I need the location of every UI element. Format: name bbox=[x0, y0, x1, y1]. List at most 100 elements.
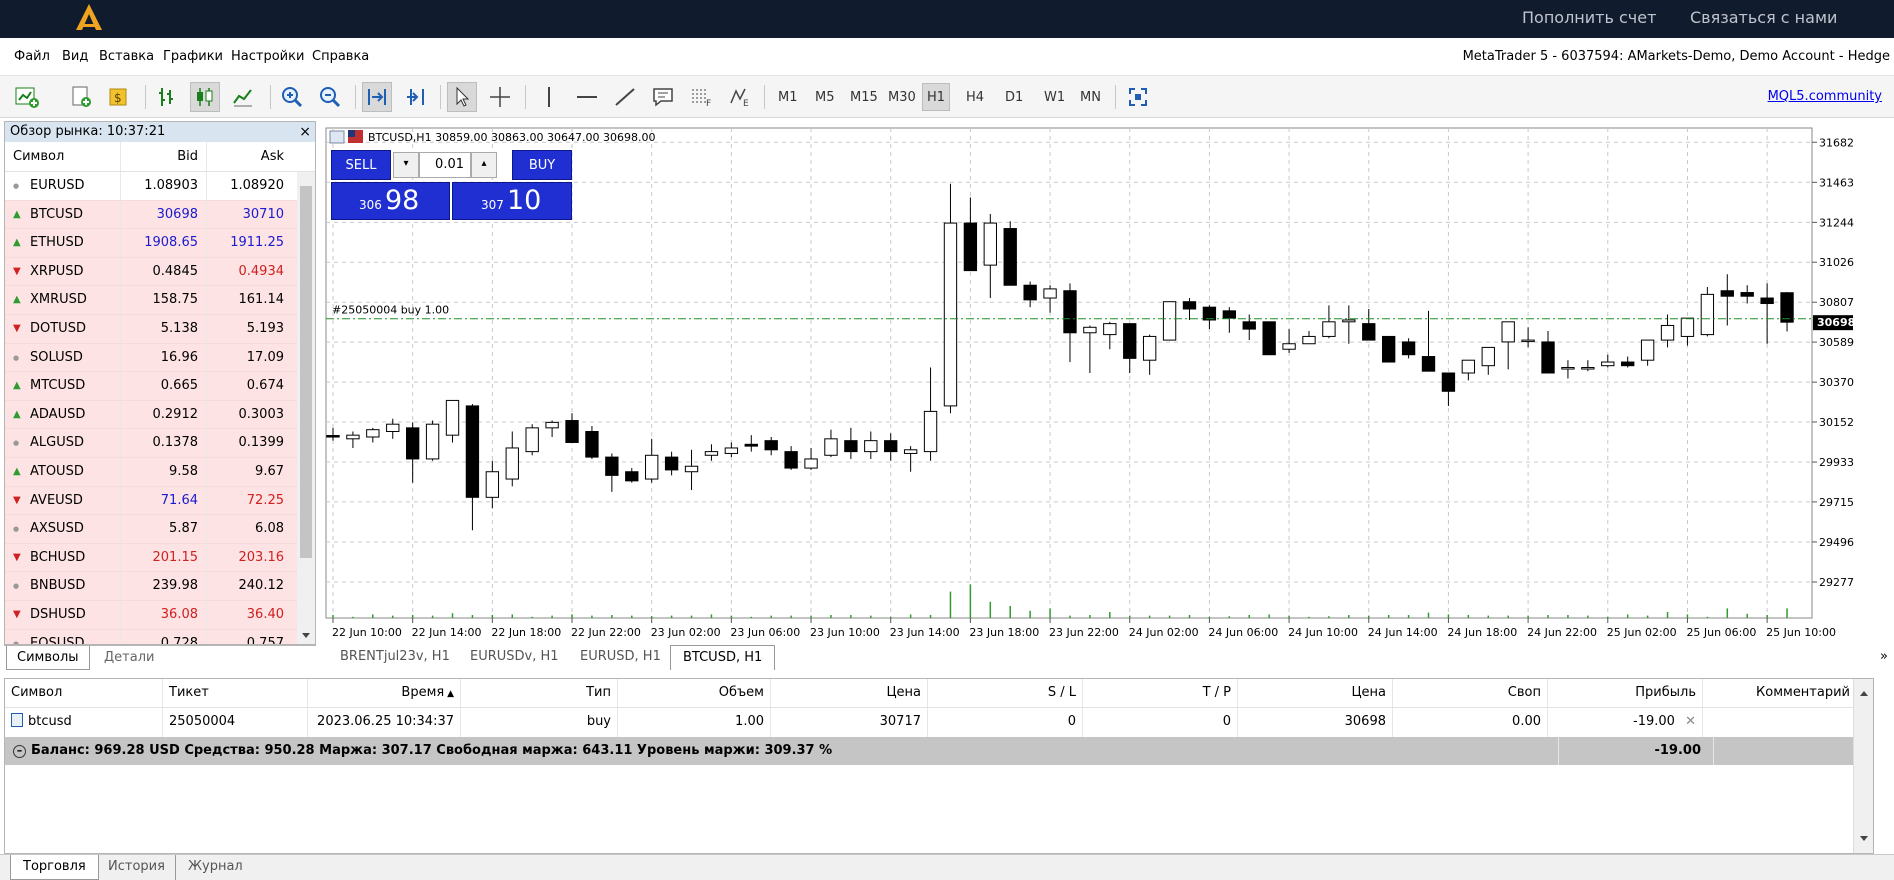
elliott-icon[interactable]: E bbox=[724, 82, 754, 112]
market-watch-row-eosusd[interactable]: ● EOSUSD 0.728 0.757 bbox=[5, 629, 315, 644]
timeframe-m1[interactable]: M1 bbox=[774, 83, 802, 111]
scroll-down-icon[interactable] bbox=[301, 632, 311, 640]
close-icon[interactable]: × bbox=[299, 122, 311, 142]
timeframe-d1[interactable]: D1 bbox=[1001, 83, 1027, 111]
sell-price-button[interactable]: 306 98 bbox=[331, 182, 450, 220]
candlestick-chart-icon[interactable] bbox=[190, 82, 220, 112]
market-watch-row-dshusd[interactable]: ▼ DSHUSD 36.08 36.40 bbox=[5, 600, 315, 630]
market-watch-row-ethusd[interactable]: ▲ ETHUSD 1908.65 1911.25 bbox=[5, 229, 315, 258]
tab-details[interactable]: Детали bbox=[94, 646, 164, 670]
volume-input[interactable]: 0.01 bbox=[419, 152, 471, 178]
menu-help[interactable]: Справка bbox=[312, 49, 369, 64]
menu-charts[interactable]: Графики bbox=[163, 49, 223, 64]
algo-trading-icon[interactable]: $ bbox=[104, 82, 134, 112]
table-row[interactable]: btcusd 25050004 2023.06.25 10:34:37 buy 1.00… bbox=[5, 708, 1873, 737]
timeframe-mn[interactable]: MN bbox=[1076, 83, 1105, 111]
mql5-community-link[interactable]: MQL5.community bbox=[1768, 89, 1882, 104]
market-watch-row-bnbusd[interactable]: ● BNBUSD 239.98 240.12 bbox=[5, 572, 315, 601]
close-position-icon[interactable]: ✕ bbox=[1681, 714, 1696, 729]
chart-tab-eurusd[interactable]: EURUSD, H1 bbox=[568, 645, 673, 670]
line-chart-icon[interactable] bbox=[228, 82, 258, 112]
volume-up-button[interactable]: ▴ bbox=[471, 152, 497, 178]
scroll-up-icon[interactable] bbox=[1859, 689, 1869, 697]
column-header[interactable]: Цена bbox=[771, 679, 928, 707]
market-watch-row-axsusd[interactable]: ● AXSUSD 5.87 6.08 bbox=[5, 515, 315, 544]
market-watch-row-xmrusd[interactable]: ▲ XMRUSD 158.75 161.14 bbox=[5, 286, 315, 315]
column-header[interactable]: Время ▲ bbox=[308, 679, 461, 707]
column-header[interactable]: S / L bbox=[928, 679, 1083, 707]
trendline-icon[interactable] bbox=[610, 82, 640, 112]
market-watch-row-btcusd[interactable]: ▲ BTCUSD 30698 30710 bbox=[5, 200, 315, 230]
zoom-out-icon[interactable] bbox=[315, 82, 345, 112]
col-ask[interactable]: Ask bbox=[206, 142, 292, 171]
collapse-icon[interactable]: – bbox=[13, 745, 26, 758]
timeframe-m5[interactable]: M5 bbox=[811, 83, 839, 111]
market-watch-row-adausd[interactable]: ▲ ADAUSD 0.2912 0.3003 bbox=[5, 400, 315, 430]
menu-view[interactable]: Вид bbox=[62, 49, 88, 64]
scroll-thumb[interactable] bbox=[300, 186, 312, 558]
column-header[interactable]: Тикет bbox=[163, 679, 308, 707]
market-watch-row-xrpusd[interactable]: ▼ XRPUSD 0.4845 0.4934 bbox=[5, 257, 315, 287]
tab-journal[interactable]: Журнал bbox=[175, 855, 255, 880]
timeframe-m30[interactable]: M30 bbox=[884, 83, 920, 111]
new-chart-icon[interactable] bbox=[12, 82, 42, 112]
market-watch-row-algusd[interactable]: ● ALGUSD 0.1378 0.1399 bbox=[5, 429, 315, 458]
column-header[interactable]: Тип bbox=[461, 679, 618, 707]
column-header[interactable]: Объем bbox=[618, 679, 771, 707]
buy-price-button[interactable]: 307 10 bbox=[452, 182, 572, 220]
contact-link[interactable]: Связаться с нами bbox=[1690, 8, 1837, 27]
market-watch-row-aveusd[interactable]: ▼ AVEUSD 71.64 72.25 bbox=[5, 486, 315, 516]
text-label-icon[interactable] bbox=[648, 82, 678, 112]
fullscreen-icon[interactable] bbox=[1123, 82, 1153, 112]
market-watch-row-solusd[interactable]: ● SOLUSD 16.96 17.09 bbox=[5, 343, 315, 373]
market-watch-row-atousd[interactable]: ▲ ATOUSD 9.58 9.67 bbox=[5, 457, 315, 487]
menu-file[interactable]: Файл bbox=[14, 49, 50, 64]
market-watch-row-bchusd[interactable]: ▼ BCHUSD 201.15 203.16 bbox=[5, 543, 315, 573]
x-tick-label: 22 Jun 18:00 bbox=[491, 626, 561, 639]
tab-trade[interactable]: Торговля bbox=[10, 855, 99, 880]
auto-scroll-icon[interactable] bbox=[362, 82, 392, 112]
chart-tab-brent[interactable]: BRENTjul23v, H1 bbox=[328, 645, 462, 670]
tabs-more-icon[interactable]: » bbox=[1880, 649, 1888, 664]
crosshair-icon[interactable] bbox=[485, 82, 515, 112]
cursor-icon[interactable] bbox=[447, 82, 477, 112]
column-header[interactable]: Прибыль bbox=[1548, 679, 1703, 707]
amarkets-logo[interactable] bbox=[74, 2, 104, 34]
chart-tab-btcusd[interactable]: BTCUSD, H1 bbox=[670, 645, 776, 670]
column-header[interactable]: Комментарий bbox=[1703, 679, 1857, 707]
timeframe-m15[interactable]: M15 bbox=[846, 83, 882, 111]
tab-symbols[interactable]: Символы bbox=[6, 646, 90, 670]
market-watch-row-dotusd[interactable]: ▼ DOTUSD 5.138 5.193 bbox=[5, 314, 315, 344]
zoom-in-icon[interactable] bbox=[277, 82, 307, 112]
col-bid[interactable]: Bid bbox=[120, 142, 206, 171]
fibonacci-icon[interactable]: F bbox=[686, 82, 716, 112]
sell-price-small: 306 bbox=[359, 198, 382, 212]
menu-settings[interactable]: Настройки bbox=[231, 49, 304, 64]
bar-chart-icon[interactable] bbox=[152, 82, 182, 112]
menu-insert[interactable]: Вставка bbox=[99, 49, 154, 64]
timeframe-h4[interactable]: H4 bbox=[962, 83, 988, 111]
chart-shift-icon[interactable] bbox=[400, 82, 430, 112]
scroll-down-icon[interactable] bbox=[1859, 835, 1869, 843]
timeframe-w1[interactable]: W1 bbox=[1040, 83, 1069, 111]
volume-down-button[interactable]: ▾ bbox=[393, 152, 419, 178]
deposit-link[interactable]: Пополнить счет bbox=[1522, 8, 1656, 27]
column-header[interactable]: Своп bbox=[1393, 679, 1548, 707]
toolbox-scrollbar[interactable] bbox=[1853, 679, 1873, 853]
col-symbol[interactable]: Символ bbox=[5, 142, 120, 171]
buy-button[interactable]: BUY bbox=[512, 150, 572, 180]
position-label[interactable]: #25050004 buy 1.00 bbox=[332, 304, 449, 317]
new-order-icon[interactable] bbox=[66, 82, 96, 112]
timeframe-h1[interactable]: H1 bbox=[922, 83, 951, 111]
chart-tab-eurusdv[interactable]: EURUSDv, H1 bbox=[458, 645, 571, 670]
column-header[interactable]: Цена bbox=[1238, 679, 1393, 707]
market-watch-scrollbar[interactable] bbox=[297, 172, 315, 644]
sell-button[interactable]: SELL bbox=[331, 150, 391, 180]
market-watch-row-mtcusd[interactable]: ▲ MTCUSD 0.665 0.674 bbox=[5, 372, 315, 401]
column-header[interactable]: Символ bbox=[5, 679, 163, 707]
column-header[interactable]: T / P bbox=[1083, 679, 1238, 707]
market-watch-row-eurusd[interactable]: ● EURUSD 1.08903 1.08920 bbox=[5, 172, 315, 201]
vertical-line-icon[interactable] bbox=[534, 82, 564, 112]
horizontal-line-icon[interactable] bbox=[572, 82, 602, 112]
tab-history[interactable]: История bbox=[96, 855, 177, 880]
